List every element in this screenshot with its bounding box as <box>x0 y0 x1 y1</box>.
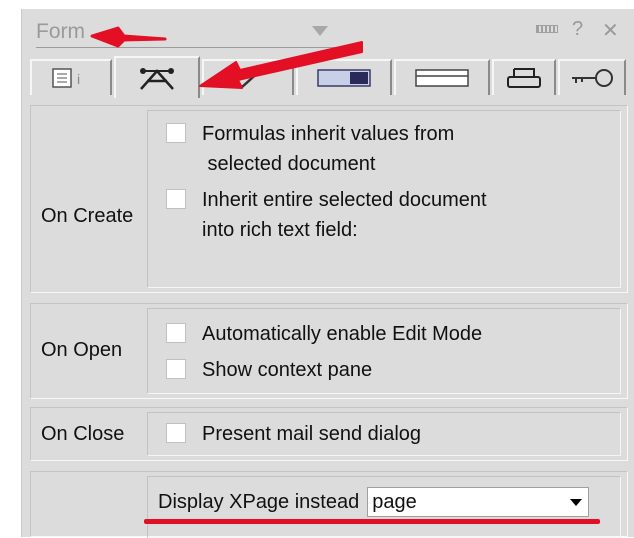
annotation-overlay <box>90 26 363 89</box>
arrow-to-title-icon <box>90 26 167 48</box>
arrow-to-tab-icon <box>199 41 363 89</box>
annotation-underline <box>144 519 600 524</box>
